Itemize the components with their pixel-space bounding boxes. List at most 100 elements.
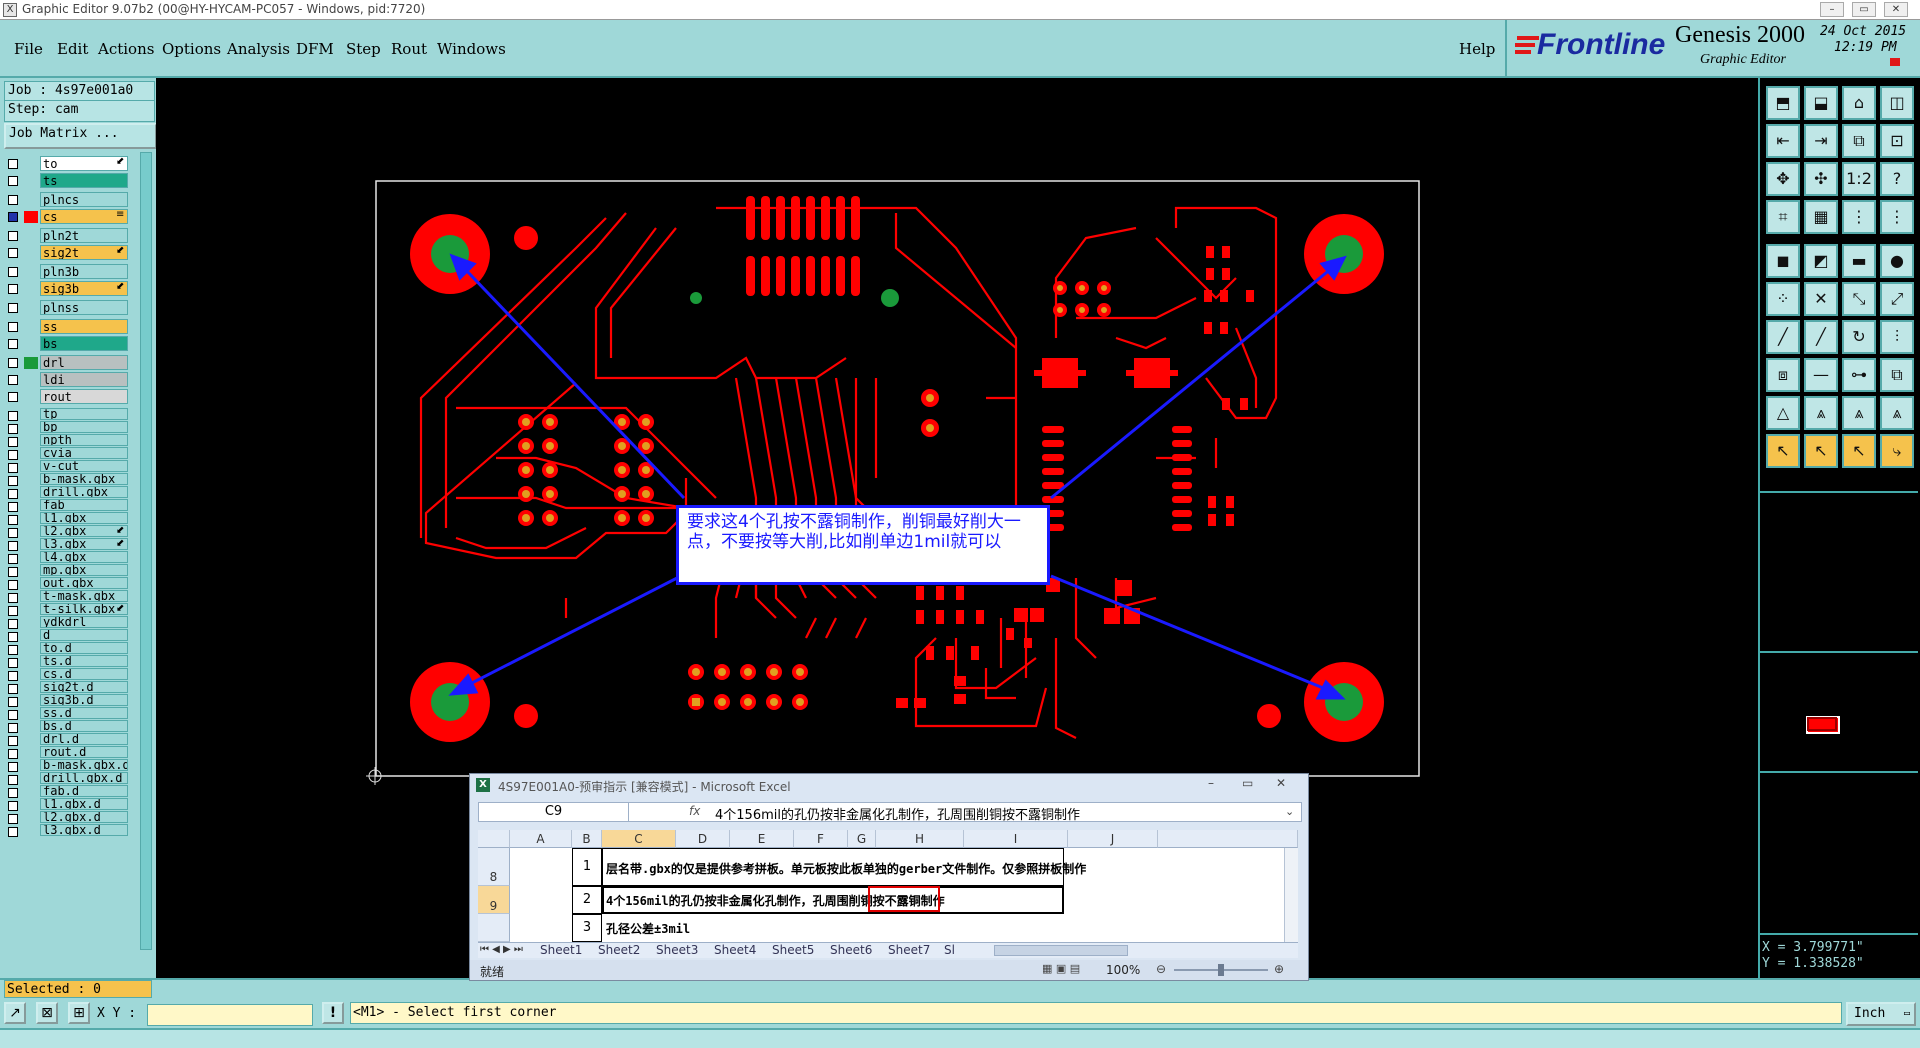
layer-checkbox[interactable] bbox=[8, 515, 18, 525]
sheet-nav-icon[interactable]: ⏮ ◀ ▶ ⏭ bbox=[480, 944, 523, 955]
polygon-icon[interactable]: ⩓ bbox=[1804, 396, 1838, 430]
grid-mode-icon[interactable]: ⊞ bbox=[68, 1002, 90, 1024]
layer-name[interactable]: b-mask.gbx bbox=[40, 473, 128, 485]
layer-name[interactable]: l2.gbx bbox=[40, 525, 128, 537]
layer-name[interactable]: npth bbox=[40, 434, 128, 446]
column-header-d[interactable]: D bbox=[676, 830, 730, 848]
minimize-button[interactable]: – bbox=[1820, 2, 1844, 17]
xy-input[interactable] bbox=[147, 1004, 313, 1026]
excel-window[interactable]: X 4S97E001A0-预审指示 [兼容模式] - Microsoft Exc… bbox=[469, 773, 1309, 981]
delete-icon[interactable]: ✕ bbox=[1804, 282, 1838, 316]
layer-row[interactable]: ldi bbox=[6, 372, 128, 388]
column-header-g[interactable]: G bbox=[848, 830, 876, 848]
edit-mode-icon[interactable]: ↗ bbox=[4, 1002, 26, 1024]
zoom-area-icon[interactable]: ⧉ bbox=[1842, 124, 1876, 158]
select-alt-icon[interactable]: ↖ bbox=[1804, 434, 1838, 468]
layer-name[interactable]: pln2t bbox=[40, 228, 128, 243]
layer-name[interactable]: l2.gbx.d bbox=[40, 811, 128, 823]
layer-row[interactable]: to ⬋ bbox=[6, 156, 128, 172]
center-icon[interactable]: ✣ bbox=[1804, 162, 1838, 196]
layer-checkbox[interactable] bbox=[8, 567, 18, 577]
layer-checkbox[interactable] bbox=[8, 450, 18, 460]
layer-row[interactable]: sig2t ⬋ bbox=[6, 245, 128, 261]
layer-checkbox[interactable] bbox=[8, 303, 18, 313]
layer-checkbox[interactable] bbox=[8, 375, 18, 385]
layer-name[interactable]: bp bbox=[40, 421, 128, 433]
zoom-prev-icon[interactable]: ⇤ bbox=[1766, 124, 1800, 158]
layer-checkbox[interactable] bbox=[8, 554, 18, 564]
units-selector[interactable]: Inch ▭ bbox=[1846, 1002, 1916, 1026]
layer-name[interactable]: l3.gbx bbox=[40, 538, 128, 550]
layer-list-scrollbar[interactable] bbox=[140, 152, 152, 950]
layer-name[interactable]: plnss bbox=[40, 300, 128, 315]
row-header[interactable] bbox=[478, 914, 510, 942]
layer-name[interactable]: mp.gbx bbox=[40, 564, 128, 576]
select-icon[interactable]: ↖ bbox=[1766, 434, 1800, 468]
sheet-tab[interactable]: Sheet2 bbox=[598, 943, 640, 957]
layer-checkbox[interactable] bbox=[8, 593, 18, 603]
layer-checkbox[interactable] bbox=[8, 788, 18, 798]
menu-options[interactable]: Options bbox=[162, 40, 221, 58]
menu-rout[interactable]: Rout bbox=[391, 40, 427, 58]
layer-row[interactable]: cs ≡ bbox=[6, 209, 128, 225]
layer-name[interactable]: drill.gbx bbox=[40, 486, 128, 498]
layer-name[interactable]: b-mask.gbx.d bbox=[40, 759, 128, 771]
layer-checkbox[interactable] bbox=[8, 606, 18, 616]
layer-name[interactable]: l4.gbx bbox=[40, 551, 128, 563]
layer-row[interactable]: ts bbox=[6, 173, 128, 189]
select-area-icon[interactable]: ↖ bbox=[1842, 434, 1876, 468]
zoom-out-icon[interactable]: ⊖ bbox=[1156, 962, 1166, 976]
slash-icon[interactable]: ╱ bbox=[1766, 320, 1800, 354]
layer-name[interactable]: l1.gbx bbox=[40, 512, 128, 524]
align-icon[interactable]: ⫶ bbox=[1880, 320, 1914, 354]
job-matrix-button[interactable]: Job Matrix ... bbox=[4, 123, 157, 149]
menu-help[interactable]: Help bbox=[1459, 40, 1495, 58]
view-buttons-icon[interactable]: ▦ ▣ ▤ bbox=[1042, 962, 1080, 975]
layer-down-icon[interactable]: ⋮ bbox=[1880, 200, 1914, 234]
circle-icon[interactable]: ● bbox=[1880, 244, 1914, 278]
layer-row[interactable]: drl bbox=[6, 355, 128, 371]
layer-name[interactable]: bs.d bbox=[40, 720, 128, 732]
horizontal-scrollbar[interactable] bbox=[994, 945, 1128, 956]
menu-file[interactable]: File bbox=[14, 40, 43, 58]
layer-name[interactable]: l1.gbx.d bbox=[40, 798, 128, 810]
layer-checkbox[interactable] bbox=[8, 762, 18, 772]
cell-b8[interactable]: 1 bbox=[572, 848, 602, 886]
layer-row[interactable]: sig3b ⬋ bbox=[6, 281, 128, 297]
layer-checkbox[interactable] bbox=[8, 632, 18, 642]
layer-row[interactable]: plnss bbox=[6, 300, 128, 316]
layer-checkbox[interactable] bbox=[8, 267, 18, 277]
column-header-a[interactable]: A bbox=[510, 830, 572, 848]
menu-analysis[interactable]: Analysis bbox=[227, 40, 290, 58]
column-header-b[interactable]: B bbox=[572, 830, 602, 848]
layer-checkbox[interactable] bbox=[8, 736, 18, 746]
layer-name[interactable]: l3.gbx.d bbox=[40, 824, 128, 836]
layer-checkbox[interactable] bbox=[8, 528, 18, 538]
layer-checkbox[interactable] bbox=[8, 489, 18, 499]
layer-name[interactable]: out.gbx bbox=[40, 577, 128, 589]
layer-checkbox[interactable] bbox=[8, 671, 18, 681]
name-box[interactable]: C9 bbox=[479, 803, 629, 821]
sheet-tab[interactable]: Sheet3 bbox=[656, 943, 698, 957]
open-job-icon[interactable]: ⬒ bbox=[1766, 86, 1800, 120]
layer-checkbox[interactable] bbox=[8, 358, 18, 368]
layer-checkbox[interactable] bbox=[8, 392, 18, 402]
grid-icon[interactable]: ▦ bbox=[1804, 200, 1838, 234]
layers-icon[interactable]: ⧉ bbox=[1880, 358, 1914, 392]
layer-row[interactable]: bs bbox=[6, 336, 128, 352]
rotate-icon[interactable]: ↻ bbox=[1842, 320, 1876, 354]
layer-checkbox[interactable] bbox=[8, 658, 18, 668]
polygon-alt-icon[interactable]: ⩓ bbox=[1842, 396, 1876, 430]
layer-name[interactable]: to bbox=[40, 156, 128, 171]
layer-name[interactable]: rout bbox=[40, 389, 128, 404]
layer-row[interactable]: pln3b bbox=[6, 264, 128, 280]
layer-row[interactable]: rout bbox=[6, 389, 128, 405]
formula-expand-icon[interactable]: ⌄ bbox=[1285, 805, 1294, 818]
layer-name[interactable]: cs.d bbox=[40, 668, 128, 680]
layer-checkbox[interactable] bbox=[8, 339, 18, 349]
layer-name[interactable]: ss bbox=[40, 319, 128, 334]
layer-name[interactable]: rout.d bbox=[40, 746, 128, 758]
menu-step[interactable]: Step bbox=[346, 40, 381, 58]
layer-checkbox[interactable] bbox=[8, 463, 18, 473]
layer-name[interactable]: fab.d bbox=[40, 785, 128, 797]
